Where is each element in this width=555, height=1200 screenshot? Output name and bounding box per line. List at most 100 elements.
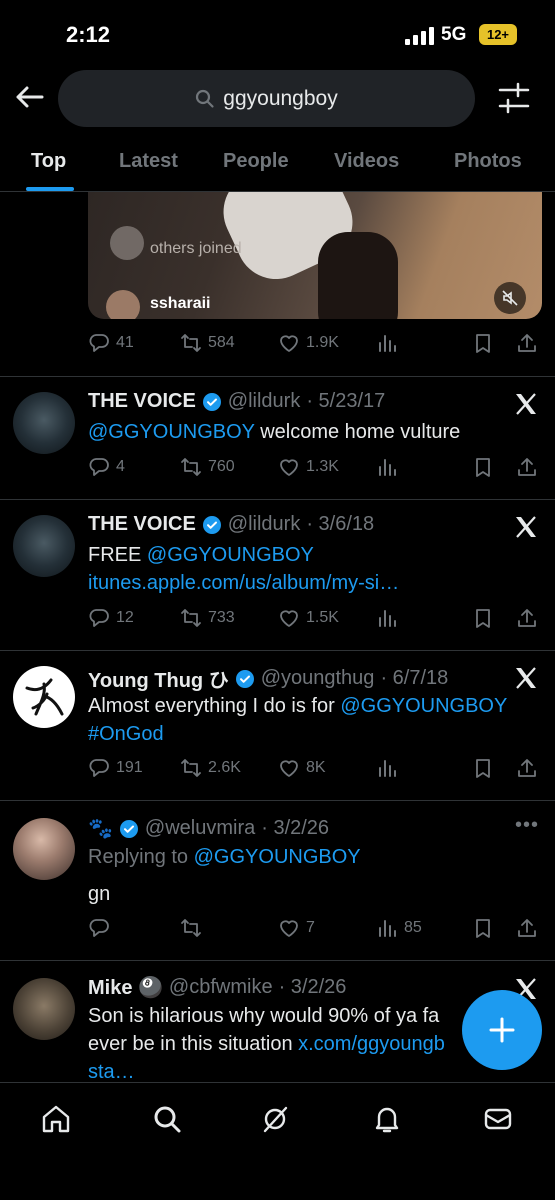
- display-name[interactable]: Mike 🎱: [88, 975, 163, 1000]
- views-button[interactable]: [376, 757, 398, 779]
- messages-icon[interactable]: [482, 1103, 514, 1135]
- handle[interactable]: @youngthug: [261, 667, 375, 690]
- back-arrow-icon[interactable]: [12, 80, 46, 114]
- display-name[interactable]: Young Thug ひ: [88, 664, 229, 693]
- display-name[interactable]: 🐾: [88, 816, 113, 841]
- bookmark-button[interactable]: [472, 607, 494, 629]
- mention-link[interactable]: @GGYOUNGBOY: [340, 695, 507, 717]
- mention-link[interactable]: @GGYOUNGBOY: [194, 846, 361, 868]
- tweet-header: 🐾 @weluvmira · 3/2/26: [88, 816, 329, 841]
- tweet-actions: 12 733 1.5K: [88, 607, 543, 633]
- mention-link[interactable]: @GGYOUNGBOY: [88, 421, 255, 443]
- grok-icon[interactable]: [259, 1103, 291, 1135]
- avatar[interactable]: [13, 392, 75, 454]
- views-icon: [376, 456, 398, 478]
- reply-count: 4: [116, 458, 125, 475]
- reply-button[interactable]: [88, 917, 110, 939]
- battery-level: 12+: [486, 27, 510, 42]
- views-button[interactable]: [376, 332, 398, 354]
- search-icon[interactable]: [151, 1103, 183, 1135]
- tab-bar: Top Latest People Videos Photos: [0, 140, 555, 192]
- reply-button[interactable]: 4: [88, 456, 125, 478]
- divider: [0, 800, 555, 801]
- share-button[interactable]: [516, 332, 538, 354]
- share-button[interactable]: [516, 757, 538, 779]
- share-button[interactable]: [516, 607, 538, 629]
- repost-count: 2.6K: [208, 759, 241, 776]
- like-button[interactable]: 8K: [278, 757, 326, 779]
- live-user-avatar: [106, 290, 140, 319]
- joined-text: others joined: [150, 240, 242, 257]
- display-name[interactable]: THE VOICE: [88, 390, 196, 413]
- tab-photos[interactable]: Photos: [454, 150, 522, 173]
- views-icon: [376, 607, 398, 629]
- tab-latest[interactable]: Latest: [119, 150, 178, 173]
- heart-icon: [278, 917, 300, 939]
- repost-button[interactable]: 584: [180, 332, 235, 354]
- tweet-header: Young Thug ひ @youngthug · 6/7/18: [88, 664, 448, 693]
- views-button[interactable]: [376, 456, 398, 478]
- filter-icon[interactable]: [498, 81, 530, 115]
- repost-button[interactable]: 760: [180, 456, 235, 478]
- handle[interactable]: @weluvmira: [145, 817, 255, 840]
- like-button[interactable]: 1.9K: [278, 332, 339, 354]
- bookmark-icon: [472, 332, 494, 354]
- compose-button[interactable]: [462, 990, 542, 1070]
- repost-button[interactable]: 733: [180, 607, 235, 629]
- url-link[interactable]: itunes.apple.com/us/album/my-si…: [88, 572, 399, 594]
- repost-icon: [180, 757, 202, 779]
- video-thumbnail[interactable]: others joined ssharaii: [88, 192, 542, 319]
- tab-top[interactable]: Top: [31, 150, 66, 173]
- repost-icon: [180, 456, 202, 478]
- bookmark-button[interactable]: [472, 456, 494, 478]
- views-button[interactable]: [376, 607, 398, 629]
- more-options-icon[interactable]: •••: [515, 814, 539, 837]
- tab-people[interactable]: People: [223, 150, 289, 173]
- like-button[interactable]: 7: [278, 917, 315, 939]
- notifications-icon[interactable]: [371, 1103, 403, 1135]
- bookmark-button[interactable]: [472, 757, 494, 779]
- views-button[interactable]: 85: [376, 917, 422, 939]
- divider: [0, 960, 555, 961]
- share-button[interactable]: [516, 456, 538, 478]
- reply-button[interactable]: 191: [88, 757, 143, 779]
- home-icon[interactable]: [40, 1103, 72, 1135]
- tweet-actions: 7 85: [88, 917, 543, 943]
- avatar-logo: [25, 678, 64, 716]
- handle[interactable]: @cbfwmike: [169, 976, 273, 999]
- tweet-date: · 6/7/18: [380, 667, 449, 689]
- reply-count: 41: [116, 334, 134, 351]
- like-button[interactable]: 1.5K: [278, 607, 339, 629]
- repost-button[interactable]: [180, 917, 202, 939]
- mute-button[interactable]: [494, 282, 526, 314]
- tweet-text: gn: [88, 883, 111, 905]
- avatar[interactable]: [13, 515, 75, 577]
- live-username: ssharaii: [150, 295, 211, 312]
- like-count: 7: [306, 919, 315, 936]
- bookmark-icon: [472, 917, 494, 939]
- display-name[interactable]: THE VOICE: [88, 513, 196, 536]
- signal-icon: [405, 27, 434, 45]
- bookmark-button[interactable]: [472, 917, 494, 939]
- avatar[interactable]: [13, 666, 75, 728]
- speaker-muted-icon: [502, 290, 518, 306]
- handle[interactable]: @lildurk: [228, 390, 301, 413]
- tweet-header: Mike 🎱 @cbfwmike · 3/2/26: [88, 975, 346, 1000]
- status-bar: 2:12 5G 12+: [0, 0, 555, 70]
- avatar[interactable]: [13, 818, 75, 880]
- avatar[interactable]: [13, 978, 75, 1040]
- like-button[interactable]: 1.3K: [278, 456, 339, 478]
- share-button[interactable]: [516, 917, 538, 939]
- repost-button[interactable]: 2.6K: [180, 757, 241, 779]
- mention-link[interactable]: @GGYOUNGBOY: [147, 544, 314, 566]
- reply-button[interactable]: 12: [88, 607, 134, 629]
- search-input[interactable]: ggyoungboy: [58, 70, 475, 127]
- like-count: 1.9K: [306, 334, 339, 351]
- repost-count: 760: [208, 458, 235, 475]
- bookmark-button[interactable]: [472, 332, 494, 354]
- handle[interactable]: @lildurk: [228, 513, 301, 536]
- reply-button[interactable]: 41: [88, 332, 134, 354]
- hashtag-link[interactable]: #OnGod: [88, 723, 164, 745]
- share-icon: [516, 332, 538, 354]
- tab-videos[interactable]: Videos: [334, 150, 399, 173]
